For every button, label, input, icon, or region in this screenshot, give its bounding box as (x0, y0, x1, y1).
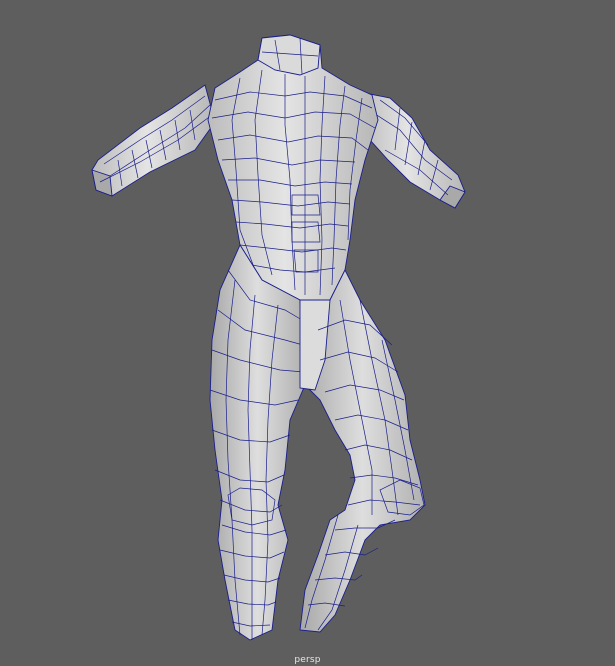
right-leg[interactable] (299, 268, 426, 633)
mesh-model[interactable] (0, 0, 615, 666)
persp-viewport[interactable]: persp (0, 0, 615, 666)
left-leg[interactable] (209, 244, 306, 641)
camera-name-label: persp (294, 655, 321, 665)
left-arm[interactable] (91, 84, 216, 197)
